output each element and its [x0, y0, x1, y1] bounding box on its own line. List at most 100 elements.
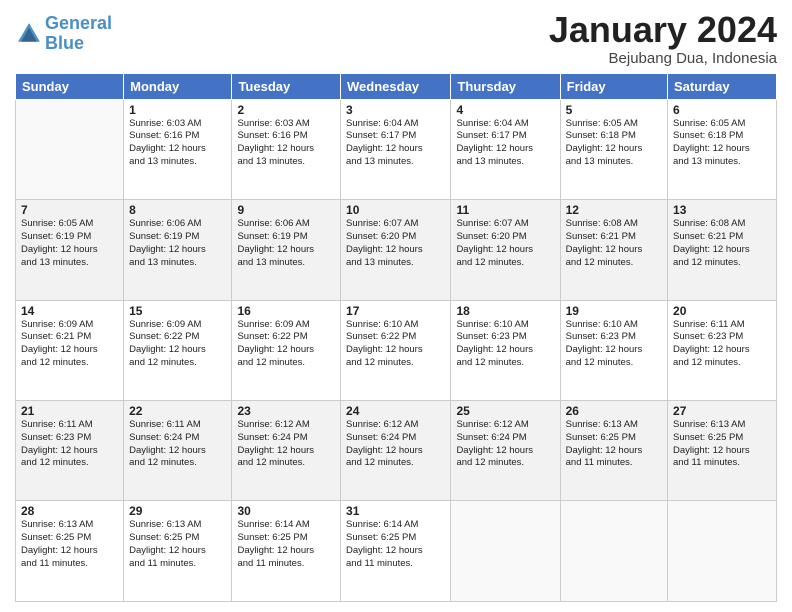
table-row: 25Sunrise: 6:12 AM Sunset: 6:24 PM Dayli… [451, 401, 560, 501]
day-number: 6 [673, 103, 771, 117]
location-subtitle: Bejubang Dua, Indonesia [549, 50, 777, 67]
table-row: 2Sunrise: 6:03 AM Sunset: 6:16 PM Daylig… [232, 99, 341, 199]
calendar-week-row: 21Sunrise: 6:11 AM Sunset: 6:23 PM Dayli… [16, 401, 777, 501]
table-row: 28Sunrise: 6:13 AM Sunset: 6:25 PM Dayli… [16, 501, 124, 602]
day-number: 22 [129, 404, 226, 418]
col-tuesday: Tuesday [232, 73, 341, 99]
day-number: 1 [129, 103, 226, 117]
table-row: 22Sunrise: 6:11 AM Sunset: 6:24 PM Dayli… [124, 401, 232, 501]
day-number: 20 [673, 304, 771, 318]
day-number: 28 [21, 504, 118, 518]
calendar-week-row: 7Sunrise: 6:05 AM Sunset: 6:19 PM Daylig… [16, 200, 777, 300]
day-number: 14 [21, 304, 118, 318]
day-info: Sunrise: 6:03 AM Sunset: 6:16 PM Dayligh… [237, 118, 335, 169]
day-number: 21 [21, 404, 118, 418]
table-row: 16Sunrise: 6:09 AM Sunset: 6:22 PM Dayli… [232, 300, 341, 400]
day-info: Sunrise: 6:08 AM Sunset: 6:21 PM Dayligh… [673, 218, 771, 269]
day-number: 23 [237, 404, 335, 418]
table-row: 29Sunrise: 6:13 AM Sunset: 6:25 PM Dayli… [124, 501, 232, 602]
logo-blue: Blue [45, 33, 84, 53]
day-number: 18 [456, 304, 554, 318]
table-row: 9Sunrise: 6:06 AM Sunset: 6:19 PM Daylig… [232, 200, 341, 300]
day-number: 29 [129, 504, 226, 518]
day-info: Sunrise: 6:06 AM Sunset: 6:19 PM Dayligh… [129, 218, 226, 269]
logo: General Blue [15, 14, 112, 54]
day-number: 25 [456, 404, 554, 418]
table-row: 13Sunrise: 6:08 AM Sunset: 6:21 PM Dayli… [668, 200, 777, 300]
table-row [668, 501, 777, 602]
table-row: 24Sunrise: 6:12 AM Sunset: 6:24 PM Dayli… [341, 401, 451, 501]
calendar-week-row: 28Sunrise: 6:13 AM Sunset: 6:25 PM Dayli… [16, 501, 777, 602]
day-number: 7 [21, 203, 118, 217]
day-number: 10 [346, 203, 445, 217]
table-row [560, 501, 667, 602]
table-row: 18Sunrise: 6:10 AM Sunset: 6:23 PM Dayli… [451, 300, 560, 400]
table-row: 15Sunrise: 6:09 AM Sunset: 6:22 PM Dayli… [124, 300, 232, 400]
day-number: 9 [237, 203, 335, 217]
day-number: 8 [129, 203, 226, 217]
logo-icon [15, 20, 43, 48]
table-row: 14Sunrise: 6:09 AM Sunset: 6:21 PM Dayli… [16, 300, 124, 400]
day-info: Sunrise: 6:10 AM Sunset: 6:23 PM Dayligh… [566, 319, 662, 370]
table-row: 23Sunrise: 6:12 AM Sunset: 6:24 PM Dayli… [232, 401, 341, 501]
col-thursday: Thursday [451, 73, 560, 99]
day-number: 17 [346, 304, 445, 318]
day-number: 16 [237, 304, 335, 318]
table-row: 8Sunrise: 6:06 AM Sunset: 6:19 PM Daylig… [124, 200, 232, 300]
day-number: 11 [456, 203, 554, 217]
table-row: 10Sunrise: 6:07 AM Sunset: 6:20 PM Dayli… [341, 200, 451, 300]
day-number: 30 [237, 504, 335, 518]
table-row: 11Sunrise: 6:07 AM Sunset: 6:20 PM Dayli… [451, 200, 560, 300]
page: General Blue January 2024 Bejubang Dua, … [0, 0, 792, 612]
col-wednesday: Wednesday [341, 73, 451, 99]
day-info: Sunrise: 6:11 AM Sunset: 6:23 PM Dayligh… [673, 319, 771, 370]
day-info: Sunrise: 6:11 AM Sunset: 6:24 PM Dayligh… [129, 419, 226, 470]
day-info: Sunrise: 6:04 AM Sunset: 6:17 PM Dayligh… [346, 118, 445, 169]
logo-general: General [45, 13, 112, 33]
day-info: Sunrise: 6:12 AM Sunset: 6:24 PM Dayligh… [237, 419, 335, 470]
title-block: January 2024 Bejubang Dua, Indonesia [549, 10, 777, 67]
day-number: 2 [237, 103, 335, 117]
day-info: Sunrise: 6:07 AM Sunset: 6:20 PM Dayligh… [456, 218, 554, 269]
day-info: Sunrise: 6:12 AM Sunset: 6:24 PM Dayligh… [456, 419, 554, 470]
table-row: 26Sunrise: 6:13 AM Sunset: 6:25 PM Dayli… [560, 401, 667, 501]
header: General Blue January 2024 Bejubang Dua, … [15, 10, 777, 67]
calendar-header-row: Sunday Monday Tuesday Wednesday Thursday… [16, 73, 777, 99]
col-saturday: Saturday [668, 73, 777, 99]
calendar-week-row: 14Sunrise: 6:09 AM Sunset: 6:21 PM Dayli… [16, 300, 777, 400]
day-info: Sunrise: 6:09 AM Sunset: 6:22 PM Dayligh… [237, 319, 335, 370]
day-info: Sunrise: 6:13 AM Sunset: 6:25 PM Dayligh… [673, 419, 771, 470]
day-info: Sunrise: 6:09 AM Sunset: 6:21 PM Dayligh… [21, 319, 118, 370]
table-row: 12Sunrise: 6:08 AM Sunset: 6:21 PM Dayli… [560, 200, 667, 300]
day-info: Sunrise: 6:11 AM Sunset: 6:23 PM Dayligh… [21, 419, 118, 470]
table-row: 4Sunrise: 6:04 AM Sunset: 6:17 PM Daylig… [451, 99, 560, 199]
day-info: Sunrise: 6:10 AM Sunset: 6:23 PM Dayligh… [456, 319, 554, 370]
day-info: Sunrise: 6:08 AM Sunset: 6:21 PM Dayligh… [566, 218, 662, 269]
table-row [451, 501, 560, 602]
col-monday: Monday [124, 73, 232, 99]
day-info: Sunrise: 6:12 AM Sunset: 6:24 PM Dayligh… [346, 419, 445, 470]
day-number: 3 [346, 103, 445, 117]
day-info: Sunrise: 6:03 AM Sunset: 6:16 PM Dayligh… [129, 118, 226, 169]
table-row: 31Sunrise: 6:14 AM Sunset: 6:25 PM Dayli… [341, 501, 451, 602]
table-row: 1Sunrise: 6:03 AM Sunset: 6:16 PM Daylig… [124, 99, 232, 199]
table-row: 3Sunrise: 6:04 AM Sunset: 6:17 PM Daylig… [341, 99, 451, 199]
table-row [16, 99, 124, 199]
day-number: 27 [673, 404, 771, 418]
day-info: Sunrise: 6:09 AM Sunset: 6:22 PM Dayligh… [129, 319, 226, 370]
day-number: 5 [566, 103, 662, 117]
day-info: Sunrise: 6:05 AM Sunset: 6:18 PM Dayligh… [566, 118, 662, 169]
table-row: 20Sunrise: 6:11 AM Sunset: 6:23 PM Dayli… [668, 300, 777, 400]
day-info: Sunrise: 6:04 AM Sunset: 6:17 PM Dayligh… [456, 118, 554, 169]
day-info: Sunrise: 6:14 AM Sunset: 6:25 PM Dayligh… [237, 519, 335, 570]
day-info: Sunrise: 6:07 AM Sunset: 6:20 PM Dayligh… [346, 218, 445, 269]
day-number: 4 [456, 103, 554, 117]
calendar-table: Sunday Monday Tuesday Wednesday Thursday… [15, 73, 777, 602]
day-info: Sunrise: 6:14 AM Sunset: 6:25 PM Dayligh… [346, 519, 445, 570]
calendar-week-row: 1Sunrise: 6:03 AM Sunset: 6:16 PM Daylig… [16, 99, 777, 199]
day-info: Sunrise: 6:13 AM Sunset: 6:25 PM Dayligh… [566, 419, 662, 470]
day-number: 13 [673, 203, 771, 217]
table-row: 21Sunrise: 6:11 AM Sunset: 6:23 PM Dayli… [16, 401, 124, 501]
day-number: 26 [566, 404, 662, 418]
day-info: Sunrise: 6:06 AM Sunset: 6:19 PM Dayligh… [237, 218, 335, 269]
